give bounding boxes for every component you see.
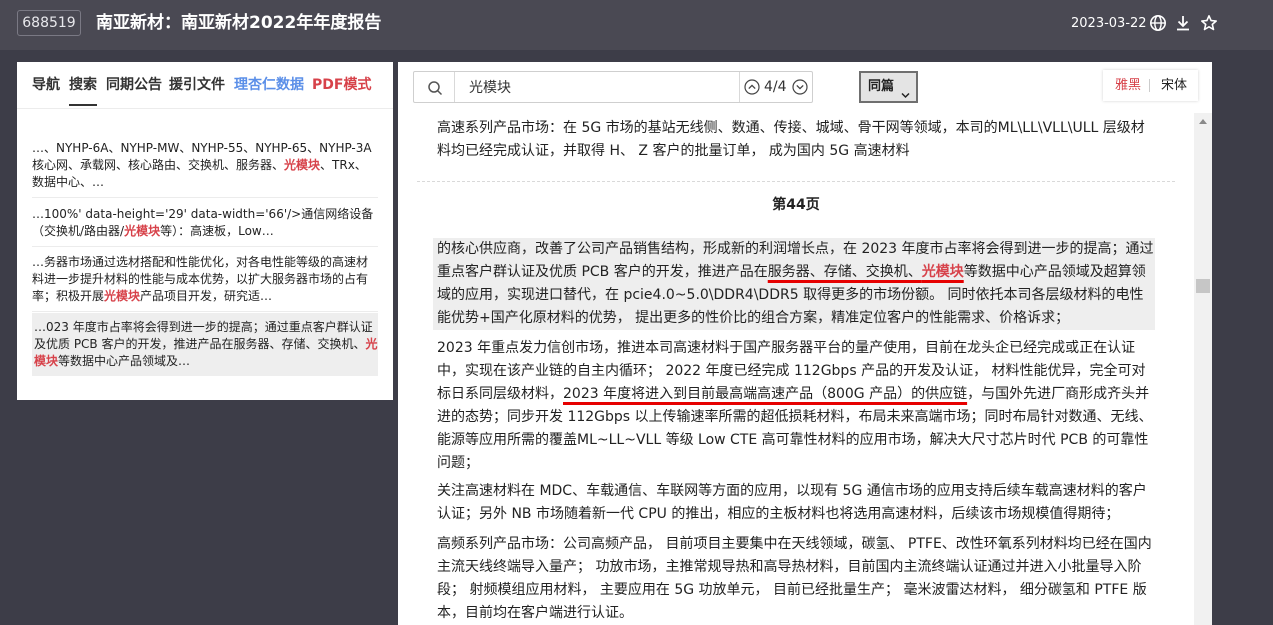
tab-same-period-announcements[interactable]: 同期公告 <box>106 76 162 94</box>
sidebar-tabs: 导航 搜索 同期公告 援引文件 理杏仁数据 PDF模式 <box>17 62 393 109</box>
font-yahei-option[interactable]: 雅黑 <box>1115 70 1141 101</box>
font-song-option[interactable]: 宋体 <box>1161 70 1187 101</box>
scroll-thumb[interactable] <box>1196 279 1210 293</box>
divider <box>1149 79 1150 92</box>
search-result-item[interactable]: …务器市场通过选材搭配和性能优化，对各电性能等级的高速材料进一步提升材料的性能与… <box>32 254 378 312</box>
search-result-item[interactable]: …100%' data-height='29' data-width='66'/… <box>32 206 378 247</box>
download-icon[interactable] <box>1174 14 1192 32</box>
sidebar-panel: 导航 搜索 同期公告 援引文件 理杏仁数据 PDF模式 …、NYHP-6A、NY… <box>17 62 393 400</box>
search-input[interactable] <box>456 73 738 101</box>
tab-lixinger-data[interactable]: 理杏仁数据 <box>234 76 304 94</box>
search-icon[interactable] <box>427 80 443 96</box>
result-match: 光模块 <box>124 224 161 238</box>
underlined-text: 服务器、存储、交换机、 <box>767 264 922 280</box>
scope-value: 同篇 <box>868 79 895 94</box>
document-panel: 4/4 同篇 雅黑 宋体 高速系列产品市场：在 5G 市场的基站无线侧、数通、传… <box>398 62 1212 625</box>
paragraph: 高速系列产品市场：在 5G 市场的基站无线侧、数通、传接、城域、骨干网等领域，本… <box>437 120 1145 159</box>
search-result-item-active[interactable]: …023 年度市占率将会得到进一步的提高；通过重点客户群认证及优质 PCB 客户… <box>32 313 378 376</box>
result-match: 光模块 <box>284 158 321 172</box>
font-toggle: 雅黑 宋体 <box>1103 70 1198 101</box>
tab-navigation[interactable]: 导航 <box>32 76 60 94</box>
chevron-down-icon <box>901 83 910 99</box>
page-separator <box>417 181 1175 182</box>
divider <box>739 72 740 102</box>
page-number-label: 第44页 <box>772 197 820 213</box>
highlighted-paragraph: 的核心供应商，改善了公司产品销售结构，形成新的利润增长点，在 2023 年度市占… <box>433 238 1155 330</box>
previous-match-icon[interactable] <box>744 79 760 95</box>
next-match-icon[interactable] <box>792 79 808 95</box>
top-bar: 688519 南亚新材：南亚新材2022年年度报告 2023-03-22 <box>0 0 1273 50</box>
tab-search[interactable]: 搜索 <box>69 76 97 106</box>
search-match: 光模块 <box>921 264 964 280</box>
document-content[interactable]: 高速系列产品市场：在 5G 市场的基站无线侧、数通、传接、城域、骨干网等领域，本… <box>398 113 1212 625</box>
search-result-item[interactable]: …、NYHP-6A、NYHP-MW、NYHP-55、NYHP-65、NYHP-3… <box>32 140 378 198</box>
search-bar: 4/4 <box>413 71 813 103</box>
underlined-text: 2023 年度将进入到目前最高端高速产品（800G 产品）的供应链 <box>563 386 968 402</box>
scroll-up-arrow-icon[interactable] <box>1199 119 1207 124</box>
scrollbar[interactable] <box>1194 113 1212 625</box>
tab-pdf-mode[interactable]: PDF模式 <box>312 76 371 94</box>
paragraph: 2023 年重点发力信创市场，推进本司高速材料于国产服务器平台的量产使用，目前在… <box>437 340 1153 471</box>
tab-cited-files[interactable]: 援引文件 <box>169 76 225 94</box>
paragraph: 关注高速材料在 MDC、车载通信、车联网等方面的应用，以现有 5G 通信市场的应… <box>437 483 1147 522</box>
result-match: 光模块 <box>104 289 141 303</box>
search-scope-select[interactable]: 同篇 <box>859 71 918 103</box>
stock-code-badge[interactable]: 688519 <box>17 10 81 36</box>
star-icon[interactable] <box>1200 14 1218 32</box>
divider <box>454 72 455 102</box>
document-title: 南亚新材：南亚新材2022年年度报告 <box>96 13 382 33</box>
document-date: 2023-03-22 <box>1071 16 1147 31</box>
match-counter: 4/4 <box>764 79 787 95</box>
paragraph: 高频系列产品市场：公司高频产品， 目前项目主要集中在天线领域，碳氢、 PTFE、… <box>437 536 1152 621</box>
globe-icon[interactable] <box>1149 14 1167 32</box>
